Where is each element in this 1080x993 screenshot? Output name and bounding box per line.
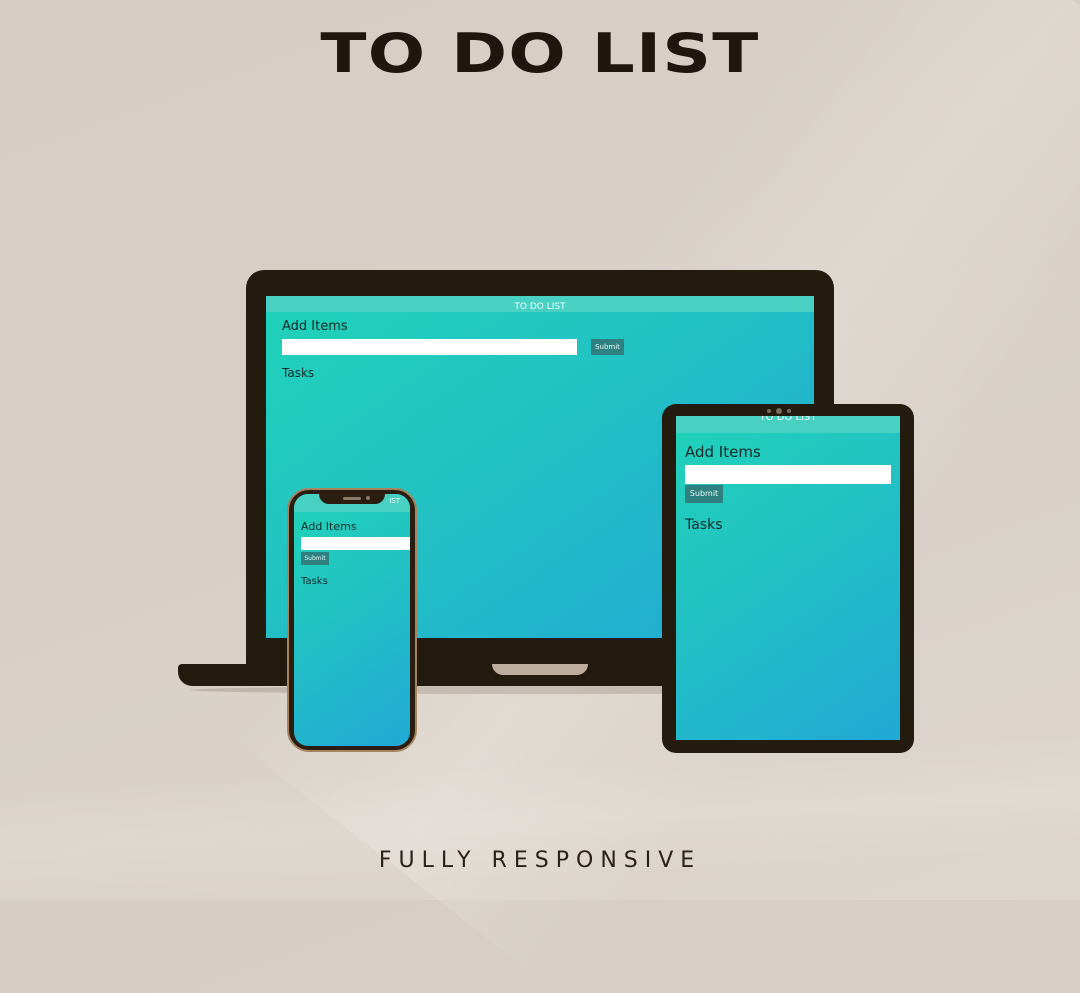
tablet-submit-button[interactable]: Submit (685, 485, 723, 503)
phone-speaker (343, 497, 361, 500)
laptop-trackpad-notch (492, 664, 588, 675)
tablet-camera-center (776, 408, 782, 414)
page-footer-tagline: FULLY RESPONSIVE (378, 848, 702, 873)
laptop-add-items-heading: Add Items (282, 319, 348, 334)
laptop-app-bar: TO DO LIST (266, 296, 814, 312)
phone-screen: IST Add Items Submit Tasks (294, 494, 410, 746)
tablet-camera-right (787, 409, 791, 413)
laptop-tasks-heading: Tasks (282, 366, 315, 380)
page-headline: TO DO LIST (320, 22, 760, 85)
phone-tasks-heading: Tasks (301, 576, 328, 587)
tablet-app-title: TO DO LIST (759, 416, 817, 423)
tablet-app-bar: TO DO LIST (676, 416, 900, 433)
laptop-item-input[interactable] (282, 339, 577, 355)
tablet-item-input[interactable] (685, 465, 891, 484)
phone-add-items-heading: Add Items (301, 520, 357, 533)
tablet-screen: TO DO LIST Add Items Submit Tasks (676, 416, 900, 740)
tablet-tasks-heading: Tasks (685, 517, 723, 533)
laptop-app-title: TO DO LIST (514, 302, 566, 312)
background-light-streak-lower (0, 726, 1080, 914)
phone-item-input[interactable] (301, 537, 410, 550)
laptop-submit-button[interactable]: Submit (591, 339, 624, 355)
phone-submit-button[interactable]: Submit (301, 552, 329, 565)
phone-camera (366, 496, 370, 500)
tablet-add-items-heading: Add Items (685, 443, 761, 461)
tablet-camera-left (767, 409, 771, 413)
phone-app-title-fragment: IST (389, 497, 400, 505)
